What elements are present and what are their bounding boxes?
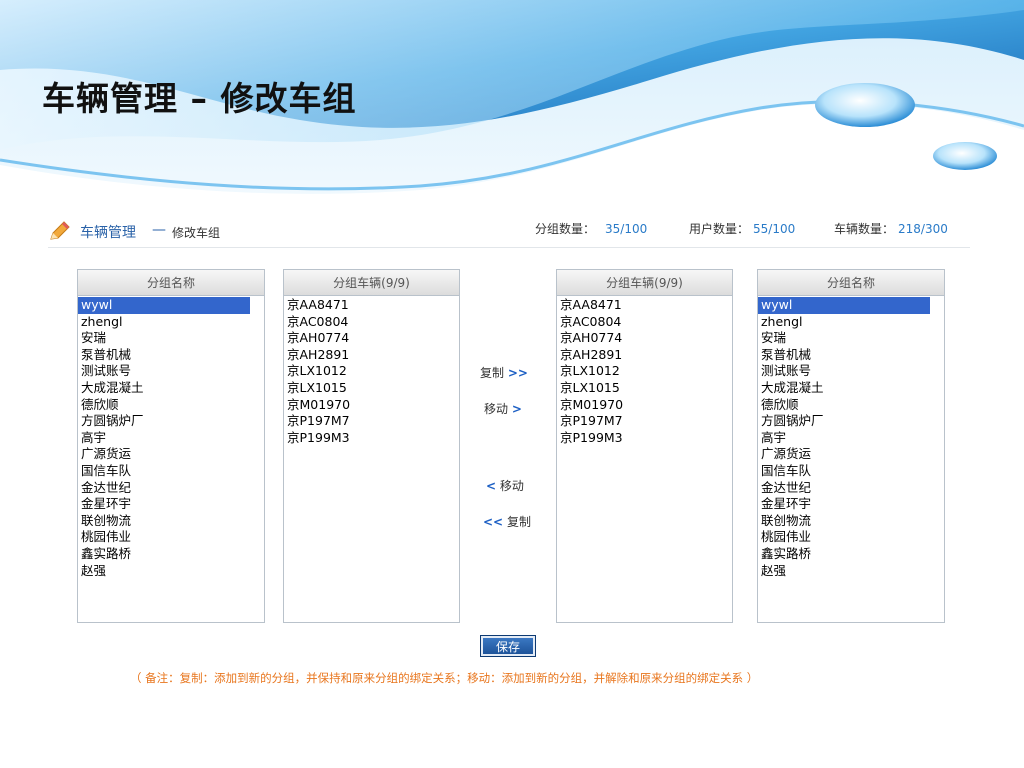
list-item[interactable]: 广源货运 [758,446,944,463]
vehicle-count-stat: 车辆数量： 218/300 [834,220,948,237]
remark-note: （ 备注：复制：添加到新的分组，并保持和原来分组的绑定关系；移动：添加到新的分组… [130,671,759,685]
list-item[interactable]: zhengl [758,314,944,331]
breadcrumb-separator: — [152,222,166,238]
list-item[interactable]: 高宇 [758,430,944,447]
move-right-button[interactable]: 移动 > [484,400,522,417]
list-item[interactable]: 测试账号 [78,363,264,380]
copy-left-button[interactable]: << 复制 [483,513,531,530]
list-item[interactable]: 金星环宇 [78,496,264,513]
move-label: 移动 [484,402,509,416]
double-chevron-right-icon: >> [507,366,528,380]
list-item[interactable]: 方圆锅炉厂 [78,413,264,430]
left-vehicle-list-header: 分组车辆(9/9) [284,270,459,296]
list-item[interactable]: 联创物流 [758,513,944,530]
list-item[interactable]: 安瑞 [758,330,944,347]
list-item[interactable]: 京AC0804 [557,314,732,331]
slide-title: 车辆管理 – 修改车组 [42,79,357,118]
save-button[interactable]: 保存 [480,635,536,657]
scrollbar[interactable] [930,296,944,622]
list-item[interactable]: 广源货运 [78,446,264,463]
list-item[interactable]: 安瑞 [78,330,264,347]
list-item[interactable]: 京AH0774 [557,330,732,347]
list-item[interactable]: 测试账号 [758,363,944,380]
breadcrumb-main[interactable]: 车辆管理 [80,222,136,242]
list-item[interactable]: 国信车队 [78,463,264,480]
list-item[interactable]: 联创物流 [78,513,264,530]
list-item[interactable]: 京LX1012 [284,363,459,380]
user-count-stat: 用户数量： 55/100 [689,220,795,237]
list-item[interactable]: 京P197M7 [284,413,459,430]
right-group-list-header: 分组名称 [758,270,944,296]
list-item[interactable]: 桃园伟业 [758,529,944,546]
breadcrumb-bar: 车辆管理 — 修改车组 分组数量： 35/100 用户数量： 55/100 车辆数量… [48,214,970,248]
list-item[interactable]: 鑫实路桥 [758,546,944,563]
list-item[interactable]: zhengl [78,314,264,331]
list-item[interactable]: 京M01970 [284,397,459,414]
list-item[interactable]: 泵普机械 [78,347,264,364]
list-item[interactable]: 京P197M7 [557,413,732,430]
list-item[interactable]: wywl [78,297,250,314]
left-group-list-header: 分组名称 [78,270,264,296]
copy-label: 复制 [480,366,505,380]
list-item[interactable]: 大成混凝土 [758,380,944,397]
list-item[interactable]: 德欣顺 [78,397,264,414]
copy-label: 复制 [506,515,531,529]
stat-value: 35/100 [605,222,648,236]
list-item[interactable]: 京AH2891 [284,347,459,364]
stat-label: 用户数量： [689,222,750,236]
list-item[interactable]: 金达世纪 [78,480,264,497]
move-label: 移动 [499,479,524,493]
breadcrumb-current: 修改车组 [172,226,221,240]
water-drop-large [815,83,915,127]
list-item[interactable]: 金达世纪 [758,480,944,497]
right-group-options[interactable]: wywl zhengl 安瑞 泵普机械 测试账号 大成混凝土 德欣顺 方圆锅炉厂 高宇 广源货运国… [758,296,944,579]
stat-label: 车辆数量： [834,222,895,236]
stat-value: 218/300 [898,222,948,236]
list-item[interactable]: 京M01970 [557,397,732,414]
list-item[interactable]: 鑫实路桥 [78,546,264,563]
pencil-icon [50,221,70,240]
list-item[interactable]: 金星环宇 [758,496,944,513]
stat-value: 55/100 [753,222,796,236]
water-drop-small [933,142,997,170]
scrollbar[interactable] [250,296,264,622]
list-item[interactable]: 京P199M3 [557,430,732,447]
right-vehicle-list[interactable]: 分组车辆(9/9) 京AA8471 京AC0804 京AH0774 京AH2891 京L… [556,269,733,623]
list-item[interactable]: 德欣顺 [758,397,944,414]
group-count-stat: 分组数量： 35/100 [535,220,647,237]
list-item[interactable]: 京AA8471 [557,297,732,314]
list-item[interactable]: 京LX1015 [557,380,732,397]
chevron-left-icon: < [486,479,497,493]
list-item[interactable]: 京P199M3 [284,430,459,447]
list-item[interactable]: 高宇 [78,430,264,447]
list-item[interactable]: 京AH2891 [557,347,732,364]
right-group-list[interactable]: 分组名称 wywl zhengl 安瑞 泵普机械 测试账号 大成混凝土 德欣顺 方圆锅炉厂 高宇… [757,269,945,623]
copy-right-button[interactable]: 复制 >> [480,364,528,381]
left-vehicle-list[interactable]: 分组车辆(9/9) 京AA8471 京AC0804 京AH0774 京AH2891 京L… [283,269,460,623]
right-vehicle-options[interactable]: 京AA8471 京AC0804 京AH0774 京AH2891 京LX1012 京LX10… [557,296,732,446]
list-item[interactable]: 京LX1015 [284,380,459,397]
list-item[interactable]: 赵强 [78,563,264,580]
list-item[interactable]: 大成混凝土 [78,380,264,397]
move-left-button[interactable]: < 移动 [486,477,524,494]
double-chevron-left-icon: << [483,515,504,529]
list-item[interactable]: wywl [758,297,930,314]
list-item[interactable]: 国信车队 [758,463,944,480]
list-item[interactable]: 京AA8471 [284,297,459,314]
list-item[interactable]: 京AH0774 [284,330,459,347]
stat-label: 分组数量： [535,222,596,236]
left-group-options[interactable]: wywl zhengl 安瑞 泵普机械 测试账号 大成混凝土 德欣顺 方圆锅炉厂 高宇 广源货运国… [78,296,264,579]
left-vehicle-options[interactable]: 京AA8471 京AC0804 京AH0774 京AH2891 京LX1012 京LX10… [284,296,459,446]
list-item[interactable]: 京LX1012 [557,363,732,380]
list-item[interactable]: 京AC0804 [284,314,459,331]
left-group-list[interactable]: 分组名称 wywl zhengl 安瑞 泵普机械 测试账号 大成混凝土 德欣顺 方圆锅炉厂 高宇… [77,269,265,623]
chevron-right-icon: > [511,402,522,416]
list-item[interactable]: 泵普机械 [758,347,944,364]
right-vehicle-list-header: 分组车辆(9/9) [557,270,732,296]
header-banner: 车辆管理 – 修改车组 [0,0,1024,215]
list-item[interactable]: 方圆锅炉厂 [758,413,944,430]
list-item[interactable]: 桃园伟业 [78,529,264,546]
list-item[interactable]: 赵强 [758,563,944,580]
